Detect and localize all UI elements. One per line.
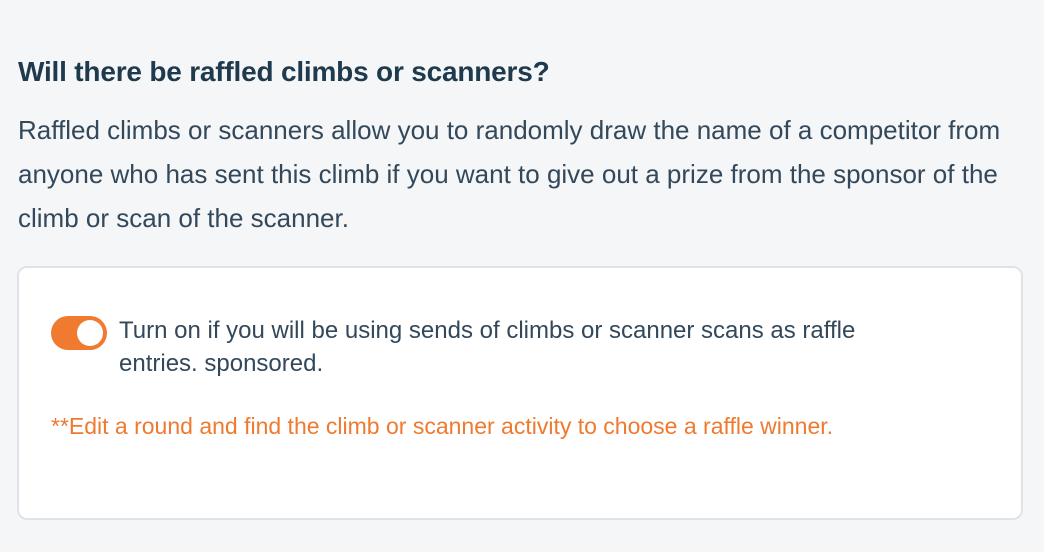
toggle-knob [77, 320, 103, 346]
raffle-winner-note: **Edit a round and find the climb or sca… [51, 413, 834, 439]
raffle-toggle-row: Turn on if you will be using sends of cl… [51, 314, 919, 380]
raffle-settings-section: Will there be raffled climbs or scanners… [0, 0, 1044, 552]
raffle-toggle-label: Turn on if you will be using sends of cl… [119, 317, 856, 377]
raffle-settings-card: Turn on if you will be using sends of cl… [17, 266, 1023, 520]
section-description: Raffled climbs or scanners allow you to … [18, 115, 1001, 233]
section-heading: Will there be raffled climbs or scanners… [18, 56, 550, 87]
raffle-toggle-switch[interactable] [51, 316, 107, 350]
